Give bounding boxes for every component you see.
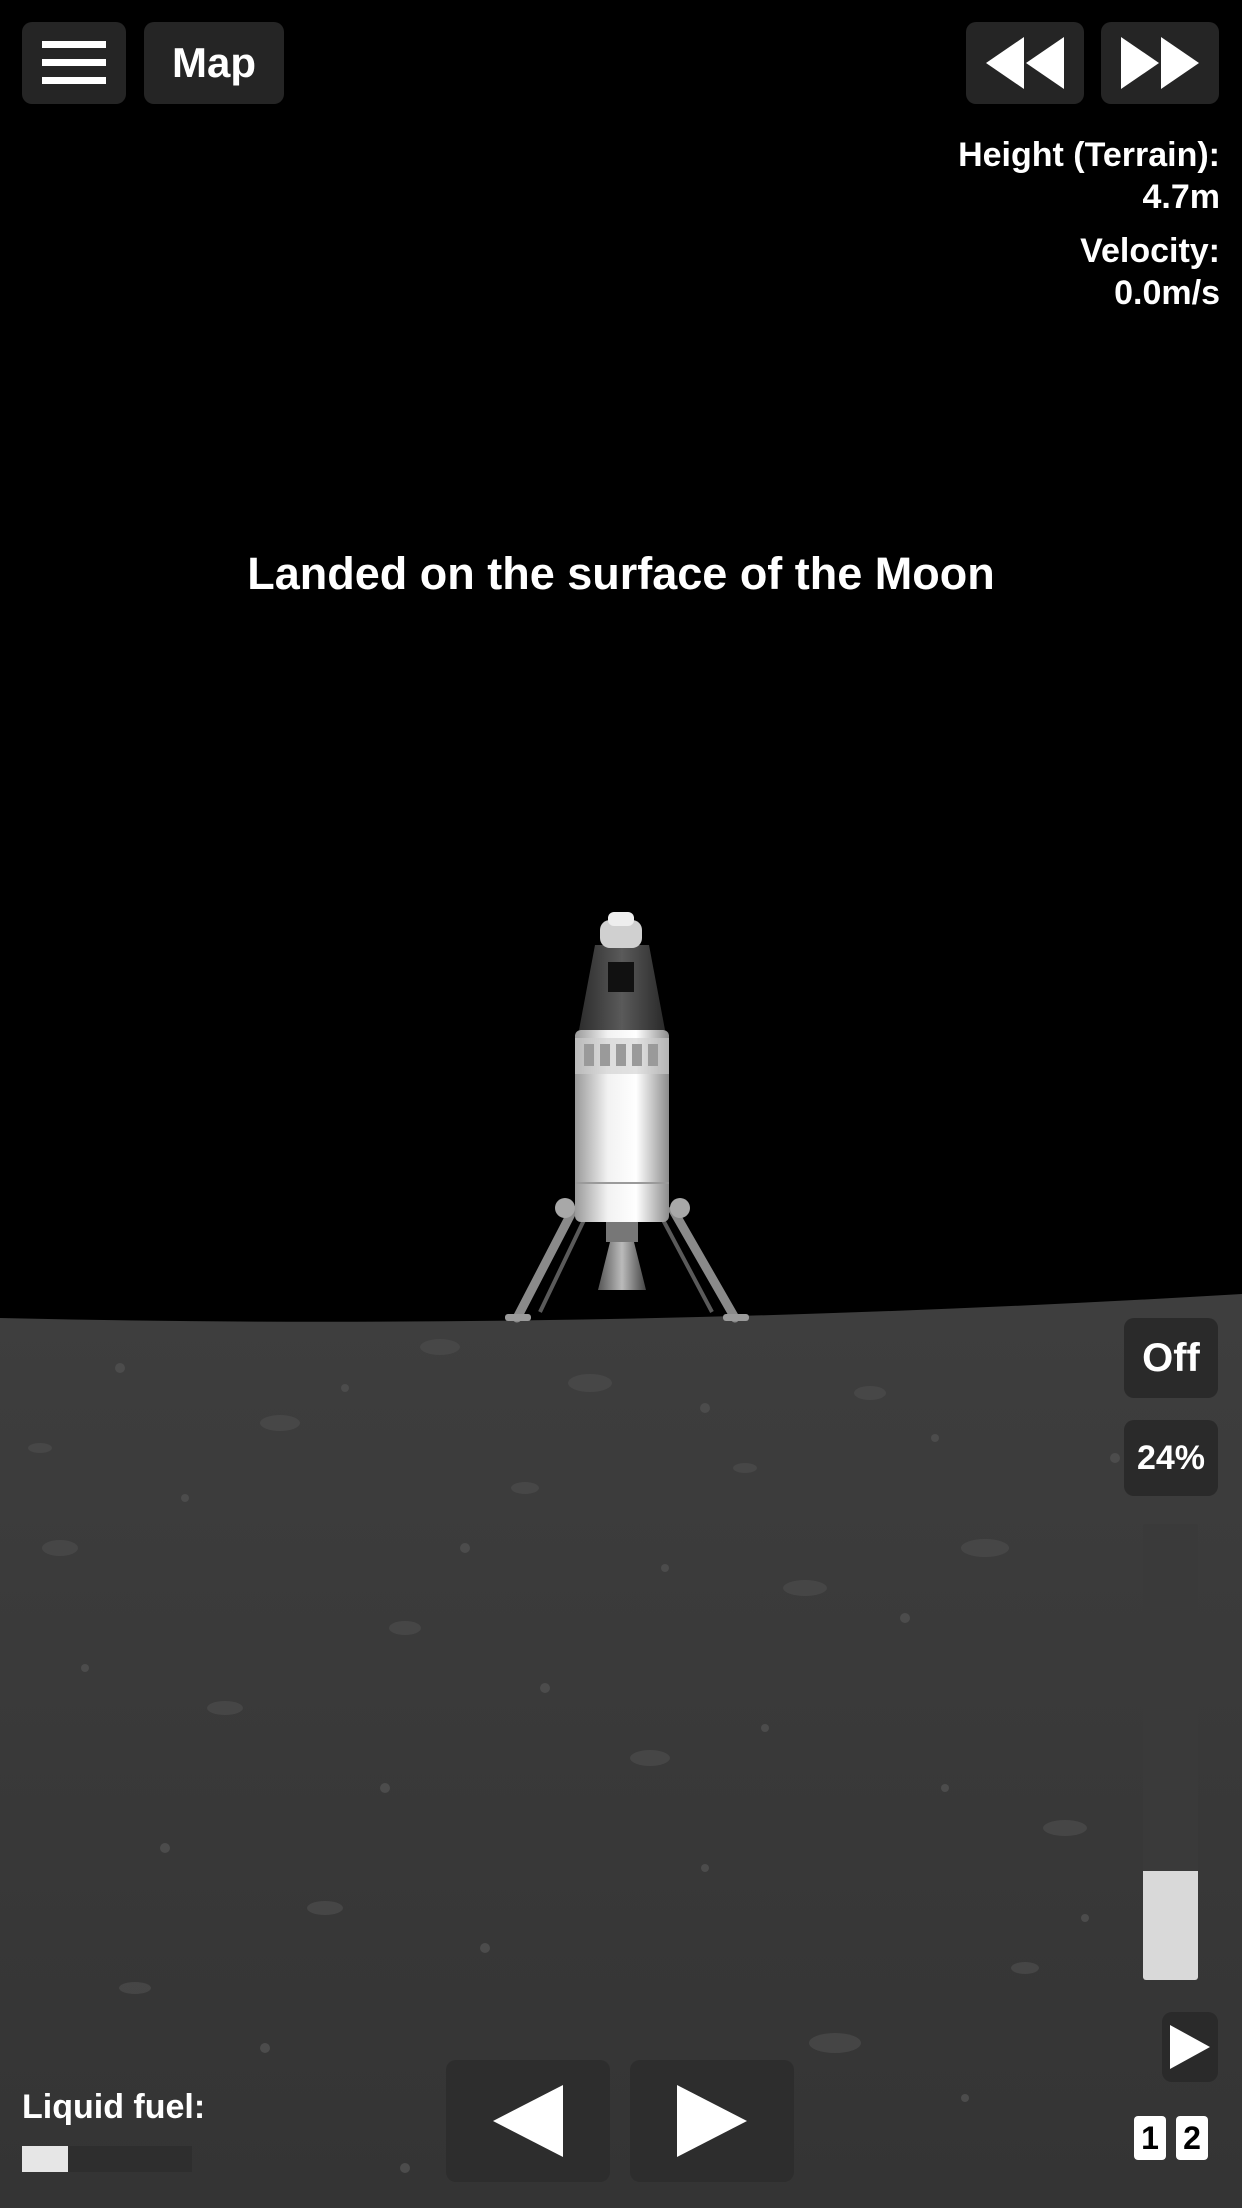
velocity-readout: Velocity: 0.0m/s — [1080, 230, 1220, 314]
velocity-label: Velocity: — [1080, 232, 1220, 270]
stage-number-1[interactable]: 1 — [1134, 2116, 1166, 2160]
sas-toggle-button[interactable]: Off — [1124, 1318, 1218, 1398]
rotate-left-icon — [493, 2085, 563, 2157]
game-scene: Map Height (Terrain): 4.7m Velocity: 0.0… — [0, 0, 1242, 2208]
map-button[interactable]: Map — [144, 22, 284, 104]
throttle-slider[interactable] — [1143, 1524, 1198, 1980]
stage-number-2[interactable]: 2 — [1176, 2116, 1208, 2160]
moon-surface — [0, 1294, 1242, 2208]
hamburger-menu-icon — [42, 41, 106, 84]
play-stage-icon — [1170, 2025, 1210, 2069]
liquid-fuel-label: Liquid fuel: — [22, 2088, 206, 2126]
lander-spacecraft — [505, 912, 749, 1323]
rewind-icon — [986, 37, 1064, 89]
rotate-right-button[interactable] — [630, 2060, 794, 2182]
rotate-left-button[interactable] — [446, 2060, 610, 2182]
liquid-fuel-fill — [22, 2146, 68, 2172]
height-label: Height (Terrain): — [958, 136, 1220, 174]
throttle-readout: 24% — [1124, 1420, 1218, 1496]
rewind-button[interactable] — [966, 22, 1084, 104]
stage-button[interactable] — [1162, 2012, 1218, 2082]
throttle-fill — [1143, 1870, 1198, 1980]
fast-forward-icon — [1121, 37, 1199, 89]
fast-forward-button[interactable] — [1101, 22, 1219, 104]
sas-toggle-label: Off — [1142, 1335, 1200, 1380]
status-message: Landed on the surface of the Moon — [247, 548, 995, 599]
throttle-percent-label: 24% — [1136, 1438, 1206, 1477]
velocity-value: 0.0m/s — [1114, 274, 1220, 312]
map-button-label: Map — [172, 39, 256, 86]
moon-scene — [0, 912, 1242, 2208]
liquid-fuel-gauge — [22, 2146, 192, 2172]
height-value: 4.7m — [1142, 178, 1221, 216]
rotate-right-icon — [677, 2085, 747, 2157]
menu-button[interactable] — [22, 22, 126, 104]
height-readout: Height (Terrain): 4.7m — [958, 134, 1220, 218]
